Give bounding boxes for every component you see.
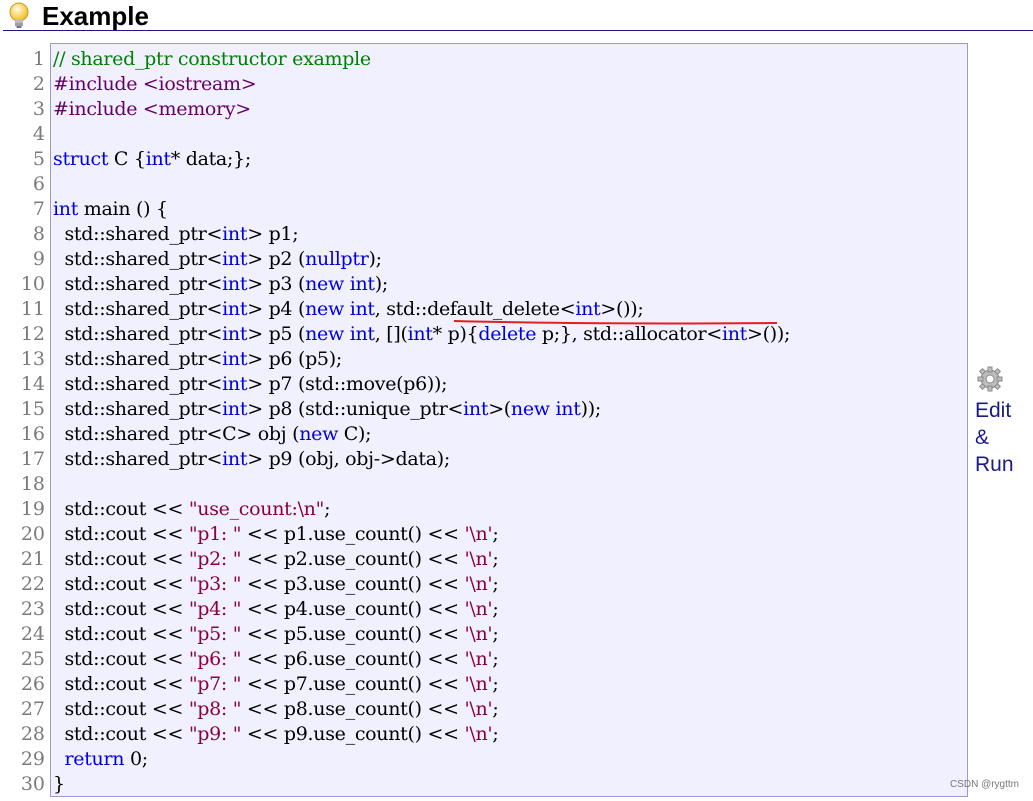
line-number-gutter: 1 2 3 4 5 6 7 8 9 10 11 12 13 14 15 16 17 18 19 20 21 22 23 24 2… bbox=[0, 47, 45, 797]
watermark: CSDN @rygttm bbox=[949, 779, 1019, 790]
code-line: std::cout << "p7: " << p7.use_count() <<… bbox=[53, 673, 499, 695]
line-number: 24 bbox=[20, 623, 45, 645]
line-number: 23 bbox=[20, 598, 45, 620]
line-number: 22 bbox=[20, 573, 45, 595]
code-line: std::shared_ptr<int> p9 (obj, obj->data)… bbox=[53, 448, 450, 470]
line-number: 25 bbox=[20, 648, 45, 670]
line-number: 2 bbox=[32, 73, 45, 95]
line-number: 15 bbox=[20, 398, 45, 420]
code-line: std::cout << "p8: " << p8.use_count() <<… bbox=[53, 698, 499, 720]
code-line: std::shared_ptr<int> p7 (std::move(p6)); bbox=[53, 373, 448, 395]
line-number: 19 bbox=[20, 498, 45, 520]
line-number: 4 bbox=[32, 123, 45, 145]
code-line: std::cout << "p1: " << p1.use_count() <<… bbox=[53, 523, 499, 545]
code-line: std::cout << "p4: " << p4.use_count() <<… bbox=[53, 598, 499, 620]
code-line: struct C {int* data;}; bbox=[53, 148, 251, 170]
line-number: 1 bbox=[32, 48, 45, 70]
code-line: #include <iostream> bbox=[53, 73, 257, 95]
line-number: 27 bbox=[20, 698, 45, 720]
line-number: 20 bbox=[20, 523, 45, 545]
line-number: 18 bbox=[20, 473, 45, 495]
code-lines: // shared_ptr constructor example #includ… bbox=[53, 47, 790, 797]
amp-label: & bbox=[975, 426, 990, 449]
line-number: 3 bbox=[32, 98, 45, 120]
code-line: std::shared_ptr<int> p6 (p5); bbox=[53, 348, 342, 370]
line-number: 10 bbox=[20, 273, 45, 295]
line-number: 26 bbox=[20, 673, 45, 695]
line-number: 28 bbox=[20, 723, 45, 745]
line-number: 13 bbox=[20, 348, 45, 370]
page-title: Example bbox=[42, 1, 149, 31]
line-number: 11 bbox=[20, 298, 45, 320]
line-number: 16 bbox=[20, 423, 45, 445]
lightbulb-icon bbox=[9, 2, 29, 28]
example-header: Example bbox=[0, 0, 1033, 32]
line-number: 8 bbox=[32, 223, 45, 245]
code-line: std::cout << "p9: " << p9.use_count() <<… bbox=[53, 723, 499, 745]
code-line: } bbox=[53, 773, 65, 795]
line-number: 29 bbox=[20, 748, 45, 770]
line-number: 14 bbox=[20, 373, 45, 395]
code-line: std::cout << "p5: " << p5.use_count() <<… bbox=[53, 623, 499, 645]
red-underline-annotation bbox=[453, 320, 778, 325]
code-line: std::shared_ptr<int> p3 (new int); bbox=[53, 273, 388, 295]
code-line: std::shared_ptr<int> p8 (std::unique_ptr… bbox=[53, 398, 601, 420]
code-line: std::cout << "use_count:\n"; bbox=[53, 498, 331, 520]
code-line: std::shared_ptr<C> obj (new C); bbox=[53, 423, 372, 445]
line-number: 7 bbox=[32, 198, 45, 220]
line-number: 5 bbox=[32, 148, 45, 170]
line-number: 17 bbox=[20, 448, 45, 470]
code-line: #include <memory> bbox=[53, 98, 251, 120]
line-number: 21 bbox=[20, 548, 45, 570]
line-number: 6 bbox=[32, 173, 45, 195]
code-line: return 0; bbox=[64, 748, 148, 770]
edit-label: Edit bbox=[975, 399, 1012, 422]
code-line: std::shared_ptr<int> p1; bbox=[53, 223, 299, 245]
code-line: std::cout << "p3: " << p3.use_count() <<… bbox=[53, 573, 499, 595]
code-line: std::cout << "p6: " << p6.use_count() <<… bbox=[53, 648, 499, 670]
edit-and-run-button[interactable]: Edit & Run bbox=[975, 365, 1030, 478]
code-line: int main () { bbox=[53, 198, 168, 220]
line-number: 12 bbox=[20, 323, 45, 345]
line-number: 30 bbox=[20, 773, 45, 795]
line-number: 9 bbox=[32, 248, 45, 270]
code-line: std::cout << "p2: " << p2.use_count() <<… bbox=[53, 548, 499, 570]
title-divider bbox=[3, 30, 1033, 31]
code-line: std::shared_ptr<int> p2 (nullptr); bbox=[53, 248, 382, 270]
gear-icon bbox=[977, 366, 1003, 392]
code-line: // shared_ptr constructor example bbox=[53, 48, 371, 70]
run-label: Run bbox=[975, 453, 1014, 476]
